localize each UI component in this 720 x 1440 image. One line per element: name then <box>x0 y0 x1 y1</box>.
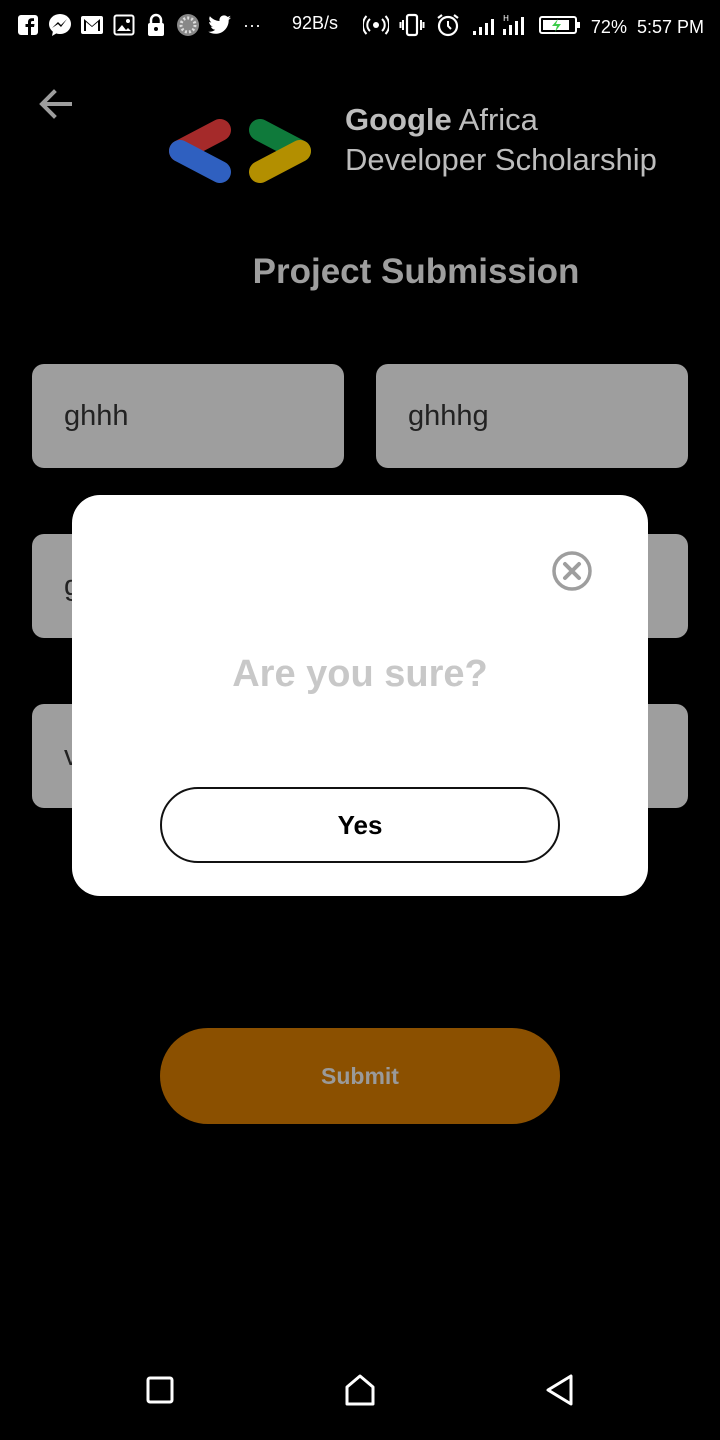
recents-button[interactable] <box>140 1370 180 1410</box>
status-bar: ··· 92B/s H 72% 5:57 PM <box>0 0 720 50</box>
brand-google: Google <box>345 102 452 137</box>
vibrate-icon <box>399 12 425 43</box>
status-right: H 72% 5:57 PM <box>361 12 704 43</box>
notification-icons: ··· <box>16 10 264 40</box>
close-button[interactable] <box>550 549 594 593</box>
back-arrow-icon <box>39 89 72 119</box>
yes-button[interactable]: Yes <box>160 787 560 863</box>
battery-percent: 72% <box>590 17 627 37</box>
hotspot-icon <box>361 12 390 43</box>
facebook-icon <box>16 13 40 37</box>
messenger-icon <box>48 13 72 37</box>
lock-icon <box>144 13 168 37</box>
svg-text:H: H <box>503 14 509 23</box>
recents-icon <box>146 1376 174 1404</box>
signal-icon: H <box>471 13 529 42</box>
gmail-icon <box>80 13 104 37</box>
network-speed: 92B/s <box>292 13 339 33</box>
gallery-icon <box>112 13 136 37</box>
brand-name: Google Africa Developer Scholarship <box>345 100 657 180</box>
back-nav-button[interactable] <box>540 1370 580 1410</box>
home-button[interactable] <box>340 1370 380 1410</box>
last-name-field[interactable]: ghhhg <box>376 364 688 468</box>
back-triangle-icon <box>546 1374 573 1406</box>
twitter-icon <box>208 13 232 37</box>
brand-line2: Developer Scholarship <box>345 142 657 177</box>
alarm-icon <box>435 12 461 43</box>
submit-button[interactable]: Submit <box>160 1028 560 1124</box>
gads-logo <box>169 119 311 183</box>
back-button[interactable] <box>34 82 78 126</box>
home-icon <box>345 1374 375 1406</box>
clock: 5:57 PM <box>636 17 704 37</box>
close-icon <box>552 551 592 591</box>
confirm-dialog: Are you sure? Yes <box>72 495 648 896</box>
dialog-title: Are you sure? <box>232 653 488 695</box>
brand-africa: Africa <box>451 102 538 137</box>
nav-bar <box>0 1340 720 1440</box>
loading-icon <box>176 13 200 37</box>
more-icon: ··· <box>243 14 261 35</box>
battery-icon <box>538 14 581 41</box>
first-name-field[interactable]: ghhh <box>32 364 344 468</box>
page-title: Project Submission <box>252 252 580 291</box>
